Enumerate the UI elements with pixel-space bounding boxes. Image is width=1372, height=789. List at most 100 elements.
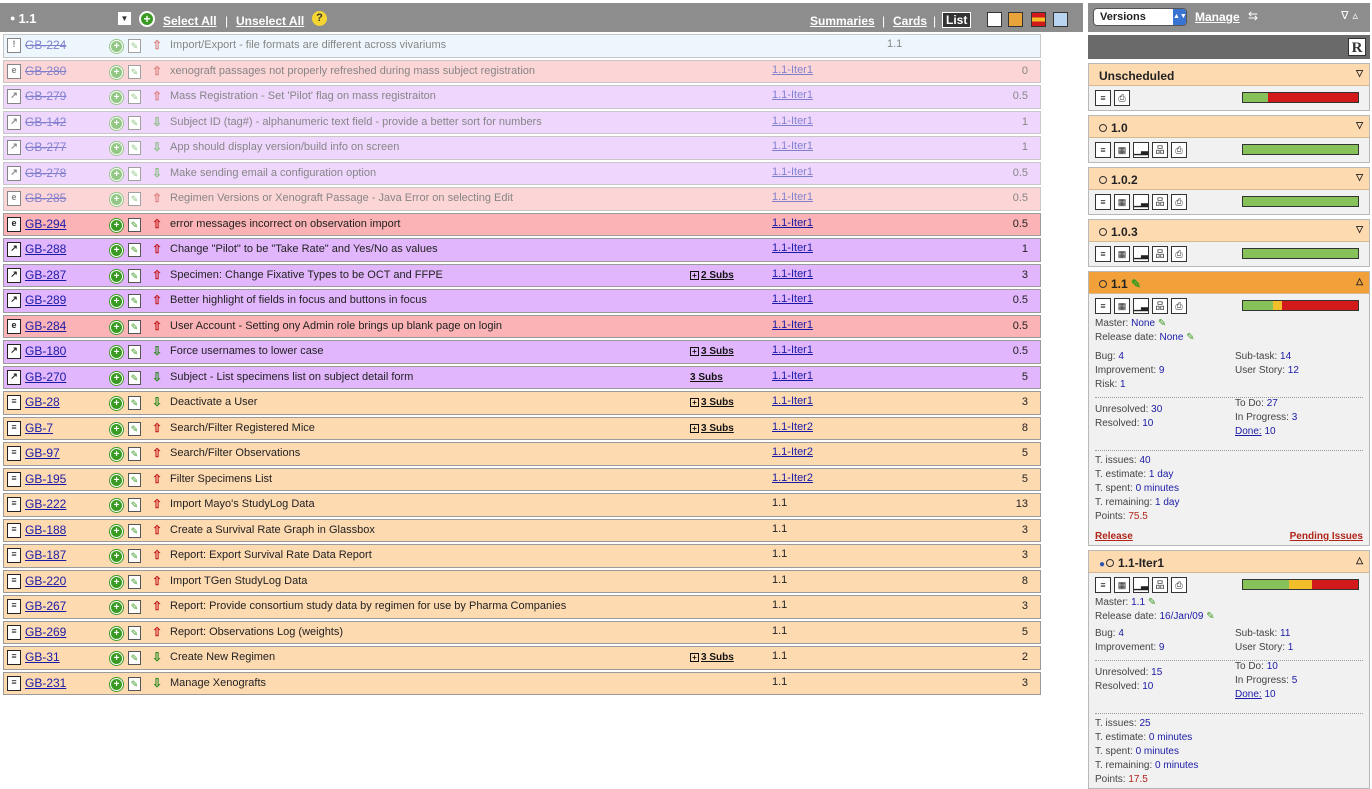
fix-version-link[interactable]: 1.1-Iter1 bbox=[772, 242, 813, 254]
pencil-icon[interactable]: ✎ bbox=[1131, 277, 1141, 291]
print-icon[interactable]: ⎙ bbox=[1171, 194, 1187, 210]
issue-row[interactable]: ≡ GB-195 + ✎ ⇧ Filter Specimens List 1.1-Iter2… bbox=[3, 467, 1041, 491]
issue-key-link[interactable]: GB-220 bbox=[25, 574, 66, 588]
chart-icon[interactable]: ▁▃ bbox=[1133, 194, 1149, 210]
chart-icon[interactable]: ▁▃ bbox=[1133, 577, 1149, 593]
subtasks-count[interactable]: 3 Subs bbox=[690, 372, 723, 383]
issue-row[interactable]: ↗ GB-278 + ✎ ⇩ Make sending email a configura… bbox=[3, 161, 1041, 185]
version-header[interactable]: Unscheduled ▽ bbox=[1089, 64, 1369, 86]
issue-key-link[interactable]: GB-277 bbox=[25, 140, 66, 154]
edit-icon[interactable]: ✎ bbox=[128, 523, 141, 538]
chevron-down-icon[interactable]: ▽ bbox=[1356, 120, 1363, 131]
issue-row[interactable]: ! GB-224 + ✎ ⇧ Import/Export - file formats a… bbox=[3, 34, 1041, 58]
board-icon[interactable]: ▦ bbox=[1114, 142, 1130, 158]
manage-icon[interactable]: ⇆ bbox=[1248, 9, 1258, 23]
list-icon[interactable]: ≡ bbox=[1095, 194, 1111, 210]
subtasks-count[interactable]: 3 Subs bbox=[701, 397, 734, 408]
issue-key-link[interactable]: GB-97 bbox=[25, 446, 60, 460]
subtasks-count[interactable]: 3 Subs bbox=[701, 346, 734, 357]
add-subtask-icon[interactable]: + bbox=[110, 346, 123, 359]
fix-version-link[interactable]: 1.1-Iter1 bbox=[772, 268, 813, 280]
issue-key-link[interactable]: GB-222 bbox=[25, 497, 66, 511]
version-header[interactable]: ● 1.1-Iter1 △ bbox=[1089, 551, 1369, 573]
issue-key-link[interactable]: GB-142 bbox=[25, 115, 66, 129]
edit-icon[interactable]: ✎ bbox=[128, 192, 141, 206]
add-subtask-icon[interactable]: + bbox=[110, 40, 123, 53]
print-icon[interactable]: ⎙ bbox=[1171, 246, 1187, 262]
edit-icon[interactable]: ✎ bbox=[128, 64, 141, 79]
chevron-down-icon[interactable]: ▽ bbox=[1356, 224, 1363, 235]
add-subtask-icon[interactable]: + bbox=[110, 601, 123, 614]
issue-key-link[interactable]: GB-278 bbox=[25, 166, 66, 180]
issue-row[interactable]: ↗ GB-289 + ✎ ⇧ Better highlight of fields in … bbox=[3, 289, 1041, 313]
issue-row[interactable]: ≡ GB-269 + ✎ ⇧ Report: Observations Log (weig… bbox=[3, 620, 1041, 644]
done-link[interactable]: Done: bbox=[1235, 689, 1262, 700]
fix-version-link[interactable]: 1.1-Iter1 bbox=[772, 319, 813, 331]
print-icon[interactable]: ⎙ bbox=[1171, 298, 1187, 314]
list-view-icon[interactable] bbox=[987, 12, 1002, 27]
subtasks-count[interactable]: 3 Subs bbox=[701, 423, 734, 434]
pencil-icon[interactable]: ✎ bbox=[1158, 318, 1166, 329]
issue-row[interactable]: ↗ GB-287 + ✎ ⇧ Specimen: Change Fixative Type… bbox=[3, 263, 1041, 287]
issue-key-link[interactable]: GB-231 bbox=[25, 676, 66, 690]
issue-key-link[interactable]: GB-195 bbox=[25, 472, 66, 486]
add-subtask-icon[interactable]: + bbox=[110, 142, 123, 155]
tab-summaries[interactable]: Summaries bbox=[810, 14, 875, 28]
pencil-icon[interactable]: ✎ bbox=[1186, 332, 1194, 343]
expand-icon[interactable]: + bbox=[690, 398, 699, 407]
edit-icon[interactable]: ✎ bbox=[128, 345, 141, 359]
version-header[interactable]: 1.0.3 ▽ bbox=[1089, 220, 1369, 242]
issue-key-link[interactable]: GB-289 bbox=[25, 293, 66, 307]
issue-row[interactable]: e GB-280 + ✎ ⇧ xenograft passages not properl… bbox=[3, 59, 1041, 83]
chart-icon[interactable]: ▁▃ bbox=[1133, 142, 1149, 158]
fix-version-link[interactable]: 1.1-Iter1 bbox=[772, 64, 813, 76]
issue-row[interactable]: ≡ GB-7 + ✎ ⇧ Search/Filter Registered Mice +3 … bbox=[3, 416, 1041, 440]
version-header[interactable]: 1.1 ✎ △ bbox=[1089, 272, 1369, 294]
print-icon[interactable]: ⎙ bbox=[1171, 142, 1187, 158]
pencil-icon[interactable]: ✎ bbox=[1206, 611, 1214, 622]
add-subtask-icon[interactable]: + bbox=[110, 116, 123, 130]
tree-icon[interactable]: 品 bbox=[1152, 142, 1168, 158]
board-icon[interactable]: ▦ bbox=[1114, 194, 1130, 210]
fix-version-link[interactable]: 1.1-Iter1 bbox=[772, 217, 813, 229]
add-subtask-icon[interactable]: + bbox=[110, 524, 123, 538]
print-icon[interactable]: ⎙ bbox=[1114, 90, 1130, 106]
fix-version-link[interactable]: 1.1-Iter1 bbox=[772, 115, 813, 127]
edit-icon[interactable]: ✎ bbox=[128, 217, 141, 232]
add-subtask-icon[interactable]: + bbox=[110, 65, 123, 79]
issue-row[interactable]: e GB-284 + ✎ ⇧ User Account - Setting ony Adm… bbox=[3, 314, 1041, 338]
subtasks-link[interactable]: +3 Subs bbox=[690, 346, 734, 357]
chevron-up-icon[interactable]: △ bbox=[1356, 276, 1363, 287]
add-subtask-icon[interactable]: + bbox=[110, 218, 123, 232]
edit-icon[interactable]: ✎ bbox=[128, 574, 141, 589]
sort-icons[interactable]: ∇▵ bbox=[1341, 9, 1362, 22]
issue-row[interactable]: ≡ GB-187 + ✎ ⇧ Report: Export Survival Rate D… bbox=[3, 544, 1041, 568]
fix-version-link[interactable]: 1.1-Iter1 bbox=[772, 293, 813, 305]
fix-version-link[interactable]: 1.1-Iter1 bbox=[772, 140, 813, 152]
chart-icon[interactable]: ▁▃ bbox=[1133, 298, 1149, 314]
list-icon[interactable]: ≡ bbox=[1095, 142, 1111, 158]
add-subtask-icon[interactable]: + bbox=[110, 677, 123, 691]
issue-row[interactable]: ≡ GB-31 + ✎ ⇩ Create New Regimen +3 Subs 1.1 2 bbox=[3, 646, 1041, 670]
fix-version-link[interactable]: 1.1-Iter1 bbox=[772, 166, 813, 178]
issue-key-link[interactable]: GB-28 bbox=[25, 395, 60, 409]
issue-row[interactable]: ≡ GB-188 + ✎ ⇧ Create a Survival Rate Graph i… bbox=[3, 518, 1041, 542]
issue-row[interactable]: ↗ GB-180 + ✎ ⇩ Force usernames to lower case +… bbox=[3, 340, 1041, 364]
fix-version-link[interactable]: 1.1-Iter1 bbox=[772, 89, 813, 101]
issue-row[interactable]: ≡ GB-222 + ✎ ⇧ Import Mayo's StudyLog Data 1.1… bbox=[3, 493, 1041, 517]
chevron-up-icon[interactable]: △ bbox=[1356, 555, 1363, 566]
issue-key-link[interactable]: GB-279 bbox=[25, 89, 66, 103]
add-subtask-icon[interactable]: + bbox=[110, 91, 123, 104]
expand-icon[interactable]: + bbox=[690, 270, 699, 280]
add-subtask-icon[interactable]: + bbox=[110, 193, 123, 206]
issue-key-link[interactable]: GB-7 bbox=[25, 421, 53, 435]
edit-icon[interactable]: ✎ bbox=[128, 600, 141, 614]
issue-key-link[interactable]: GB-285 bbox=[25, 191, 66, 205]
fix-version-link[interactable]: 1.1-Iter1 bbox=[772, 395, 813, 407]
edit-icon[interactable]: ✎ bbox=[128, 115, 141, 130]
edit-icon[interactable]: ✎ bbox=[128, 625, 141, 640]
subtasks-count[interactable]: 3 Subs bbox=[701, 652, 734, 663]
issue-key-link[interactable]: GB-224 bbox=[25, 38, 66, 52]
issue-row[interactable]: ↗ GB-270 + ✎ ⇩ Subject - List specimens list … bbox=[3, 365, 1041, 389]
chevron-down-icon[interactable]: ▽ bbox=[1356, 68, 1363, 79]
